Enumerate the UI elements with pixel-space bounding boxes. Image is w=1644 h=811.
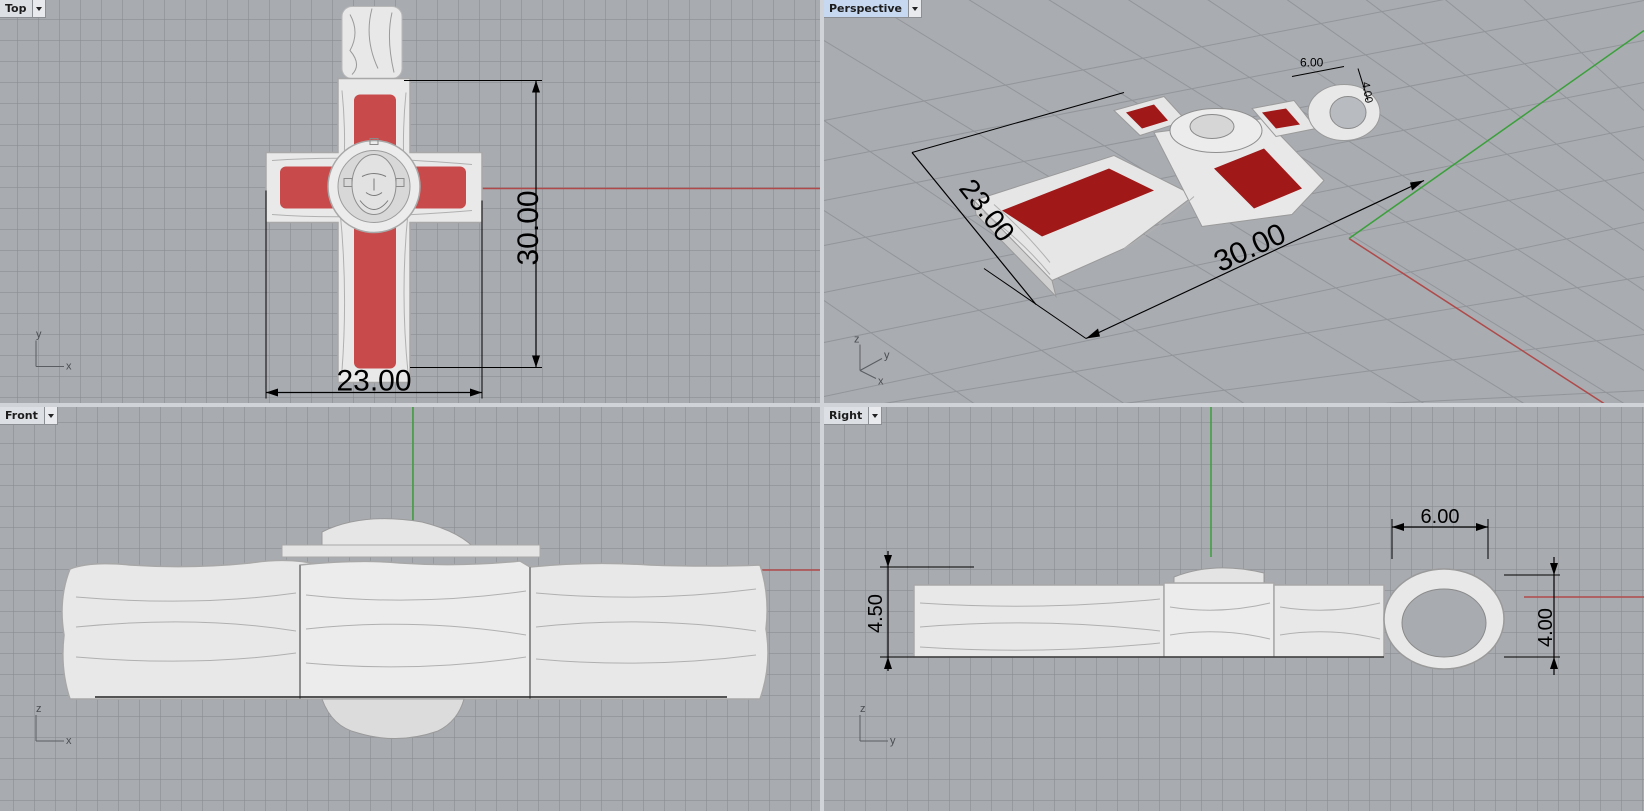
- dimension-width-label: 23.00: [336, 365, 411, 398]
- viewport-tab-front[interactable]: Front: [0, 407, 58, 425]
- viewport-tab-label: Front: [5, 409, 38, 422]
- viewport-top[interactable]: Top 30.00 23.00 y x: [0, 0, 820, 403]
- axis-label-z: z: [36, 703, 42, 715]
- axis-label-y: y: [36, 329, 42, 341]
- cross-perspective-body: [973, 84, 1381, 299]
- dimension-persp-bail-width-label: 6.00: [1300, 56, 1324, 70]
- axis-label-x: x: [66, 361, 72, 373]
- dimension-right-thickness-label: 4.50: [865, 594, 887, 633]
- dimension-persp-length-label: 30.00: [1209, 217, 1291, 279]
- viewport-tab-label: Right: [829, 409, 863, 422]
- axis-label-z: z: [860, 703, 866, 715]
- viewport-front[interactable]: Front z x: [0, 407, 820, 811]
- viewport-tab-label: Top: [5, 2, 27, 15]
- cross-right-body: [913, 567, 1505, 670]
- viewport-right[interactable]: Right 4.50 4.00 6.00 z y: [824, 407, 1644, 811]
- dimension-right-bail-width-label: 6.00: [1421, 506, 1460, 528]
- cross-front-body: [61, 518, 769, 739]
- dropdown-arrow-icon[interactable]: [908, 0, 922, 17]
- viewport-tab-label: Perspective: [829, 2, 903, 15]
- dimension-right-bail-height[interactable]: 4.00: [1504, 557, 1560, 675]
- viewport-perspective[interactable]: Perspective 23.00 30.00 6.00 4.00 z y x: [824, 0, 1644, 403]
- viewport-tab-right[interactable]: Right: [824, 407, 883, 425]
- viewport-tab-top[interactable]: Top: [0, 0, 47, 18]
- dropdown-arrow-icon[interactable]: [868, 407, 882, 424]
- x-axis-line: [1348, 237, 1605, 403]
- dimension-height[interactable]: 30.00: [404, 80, 545, 368]
- axis-label-z: z: [854, 334, 860, 346]
- dimension-height-label: 30.00: [512, 190, 545, 265]
- rhino-viewport-workspace: Top 30.00 23.00 y x Perspective 23.00 30…: [0, 0, 1644, 811]
- axis-label-x: x: [66, 735, 72, 747]
- cross-bail: [341, 6, 403, 79]
- dimension-right-bail-height-label: 4.00: [1535, 608, 1557, 647]
- dropdown-arrow-icon[interactable]: [32, 0, 46, 17]
- axis-triad-icon: z x: [35, 703, 72, 747]
- axis-label-x: x: [878, 376, 884, 388]
- top-view-canvas[interactable]: 30.00 23.00 y x: [0, 0, 820, 403]
- axis-label-y: y: [884, 350, 890, 362]
- dropdown-arrow-icon[interactable]: [43, 407, 57, 424]
- dimension-right-bail-width[interactable]: 6.00: [1391, 506, 1489, 559]
- axis-triad-icon: z y: [859, 703, 896, 747]
- front-view-canvas[interactable]: z x: [0, 407, 820, 811]
- right-view-canvas[interactable]: 4.50 4.00 6.00 z y: [824, 407, 1644, 811]
- axis-label-y: y: [890, 735, 896, 747]
- y-axis-line: [1348, 29, 1644, 240]
- viewport-tab-perspective[interactable]: Perspective: [824, 0, 923, 18]
- cross-top-body: [265, 77, 483, 384]
- axis-triad-icon: y x: [35, 329, 72, 373]
- perspective-view-canvas[interactable]: 23.00 30.00 6.00 4.00 z y x: [824, 0, 1644, 403]
